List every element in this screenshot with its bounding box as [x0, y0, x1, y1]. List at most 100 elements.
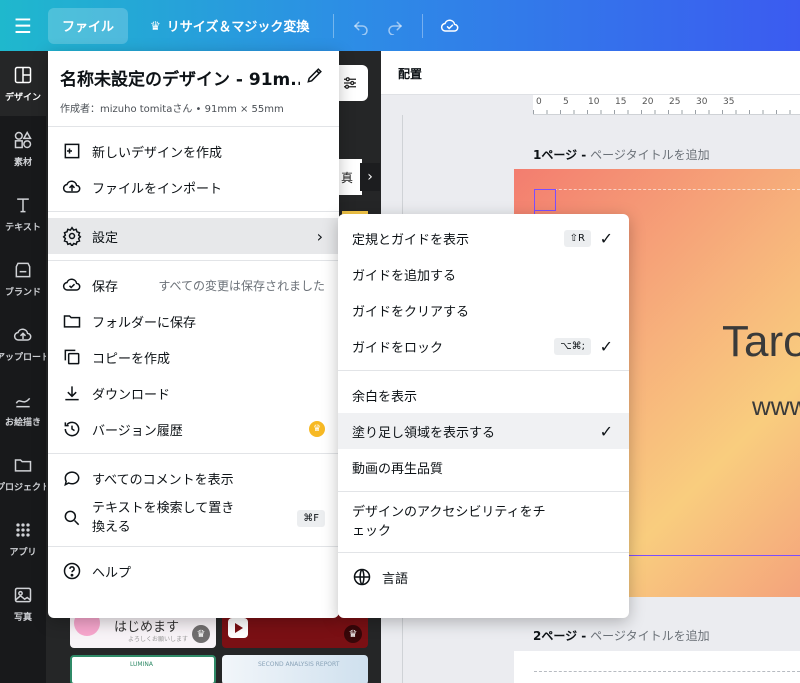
menu-item-label: すべてのコメントを表示 [92, 472, 234, 488]
ruler-mark: 0 [536, 97, 542, 107]
check-icon: ✓ [599, 228, 613, 248]
check-icon: ✓ [599, 336, 613, 356]
language-item[interactable]: 言語 [338, 559, 629, 595]
crown-icon: ♛ [309, 421, 325, 437]
crown-icon: ♛ [344, 625, 362, 643]
make-copy-item[interactable]: コピーを作成 [48, 339, 339, 375]
rail-label: ブランド [4, 287, 41, 298]
design-title[interactable]: 名称未設定のデザイン - 91m... [60, 65, 300, 90]
canvas-toolbar: 配置 [381, 51, 800, 95]
menu-item-label: バージョン履歴 [92, 423, 183, 439]
redo-icon[interactable] [378, 8, 412, 44]
save-to-folder-item[interactable]: フォルダーに保存 [48, 303, 339, 339]
new-design-item[interactable]: 新しいデザインを作成 [48, 133, 339, 169]
file-menu-button[interactable]: ファイル [48, 7, 129, 44]
pencil-icon[interactable] [305, 65, 325, 85]
menu-item-label: ガイドをクリアする [352, 304, 470, 320]
menu-item-label: 塗り足し領域を表示する [352, 425, 496, 441]
shortcut-badge: ⇧R [563, 229, 591, 247]
settings-item[interactable]: 設定 › [48, 218, 339, 254]
rail-label: アップロード [0, 352, 51, 363]
download-item[interactable]: ダウンロード [48, 375, 339, 411]
show-comments-item[interactable]: すべてのコメントを表示 [48, 460, 339, 496]
rail-item-apps[interactable]: アプリ [0, 506, 46, 571]
clear-guide-item[interactable]: ガイドをクリアする [338, 292, 629, 328]
help-icon [62, 561, 82, 581]
page-1-title[interactable]: 1ページ - ページタイトルを追加 [533, 146, 710, 163]
menu-item-label: ヘルプ [92, 565, 132, 581]
cloud-check-icon [62, 275, 82, 295]
website-text[interactable]: www [752, 391, 800, 422]
rail-item-text[interactable]: テキスト [0, 181, 46, 246]
save-item[interactable]: 保存 すべての変更は保存されました [48, 267, 339, 303]
video-quality-item[interactable]: 動画の再生品質 [338, 449, 629, 485]
hamburger-icon[interactable]: ☰ [0, 0, 46, 51]
upload-icon [13, 328, 32, 341]
page-number: 2ページ - [533, 629, 587, 643]
text-icon [17, 197, 29, 212]
history-icon [62, 419, 82, 439]
page-title-placeholder: ページタイトルを追加 [590, 629, 710, 643]
menu-section: 設定 › [48, 212, 339, 261]
menu-item-label: ファイルをインポート [92, 181, 223, 197]
template-thumbnail[interactable]: LUMINA [70, 655, 216, 683]
accessibility-check-item[interactable]: デザインのアクセシビリティをチェック [338, 498, 629, 546]
menu-item-label: 定規とガイドを表示 [352, 232, 470, 248]
undo-icon[interactable] [344, 8, 378, 44]
menu-section: すべてのコメントを表示 テキストを検索して置き換える ⌘F [48, 454, 339, 547]
rail-item-projects[interactable]: プロジェクト [0, 441, 50, 506]
show-rulers-item[interactable]: 定規とガイドを表示 ⇧R ✓ [338, 220, 629, 256]
rail-item-elements[interactable]: 素材 [0, 116, 46, 181]
crown-icon: ♛ [150, 18, 161, 33]
design-page-2[interactable] [514, 651, 800, 683]
rail-item-photos[interactable]: 写真 [0, 571, 46, 636]
resize-label: リサイズ＆マジック変換 [166, 20, 310, 35]
menu-item-label: 余白を表示 [352, 389, 418, 405]
version-history-item[interactable]: バージョン履歴 ♛ [48, 411, 339, 447]
rail-item-design[interactable]: デザイン [0, 51, 46, 116]
chevron-right-icon[interactable]: › [360, 163, 380, 191]
template-thumbnail[interactable]: SECOND ANALYSIS REPORT [222, 655, 368, 683]
menu-item-label: ガイドをロック [352, 340, 444, 356]
show-margins-item[interactable]: 余白を表示 [338, 377, 629, 413]
check-icon: ✓ [599, 421, 613, 441]
rail-item-draw[interactable]: お絵描き [0, 376, 46, 441]
photo-icon [14, 587, 32, 602]
show-bleed-item[interactable]: 塗り足し領域を表示する ✓ [338, 413, 629, 449]
find-replace-item[interactable]: テキストを検索して置き換える ⌘F [48, 496, 339, 540]
submenu-section: 言語 [338, 553, 629, 601]
ruler-mark: 35 [723, 97, 735, 107]
ruler-top: 0 5 10 15 20 25 30 35 [533, 95, 800, 115]
resize-button[interactable]: ♛ リサイズ＆マジック変換 [136, 8, 323, 44]
position-button[interactable]: 配置 [398, 65, 422, 82]
ruler-mark: 5 [563, 97, 569, 107]
menu-item-label: テキストを検索して置き換える [92, 501, 235, 535]
menu-item-label: ガイドを追加する [352, 268, 457, 284]
name-text[interactable]: Taro [722, 317, 800, 367]
selection-handle [534, 189, 556, 211]
ruler-mark: 10 [588, 97, 600, 107]
menu-section: 新しいデザインを作成 ファイルをインポート [48, 127, 339, 212]
menu-item-label: コピーを作成 [92, 351, 171, 367]
rail-item-brand[interactable]: ブランド [0, 246, 46, 311]
rail-label: お絵描き [4, 417, 41, 428]
menu-item-label: ダウンロード [92, 387, 171, 403]
lock-guide-item[interactable]: ガイドをロック ⌥⌘; ✓ [338, 328, 629, 364]
thumbnail-title: LUMINA [130, 661, 153, 668]
folder-icon [62, 311, 82, 331]
upload-icon [62, 177, 82, 197]
thumbnail-title: SECOND ANALYSIS REPORT [258, 661, 340, 668]
search-icon [62, 508, 82, 528]
menu-item-label: 新しいデザインを作成 [92, 145, 223, 161]
rail-item-upload[interactable]: アップロード [0, 311, 50, 376]
save-status: すべての変更は保存されました [158, 278, 325, 293]
rail-label: アプリ [9, 547, 37, 558]
page-2-title[interactable]: 2ページ - ページタイトルを追加 [533, 627, 710, 644]
add-guide-item[interactable]: ガイドを追加する [338, 256, 629, 292]
help-item[interactable]: ヘルプ [48, 553, 339, 589]
menu-section: 保存 すべての変更は保存されました フォルダーに保存 コピーを作成 ダウンロード… [48, 261, 339, 454]
design-icon [14, 66, 32, 83]
cloud-check-icon[interactable] [433, 8, 467, 44]
thumbnail-subtitle: よろしくお願いします [128, 636, 189, 643]
import-file-item[interactable]: ファイルをインポート [48, 169, 339, 205]
